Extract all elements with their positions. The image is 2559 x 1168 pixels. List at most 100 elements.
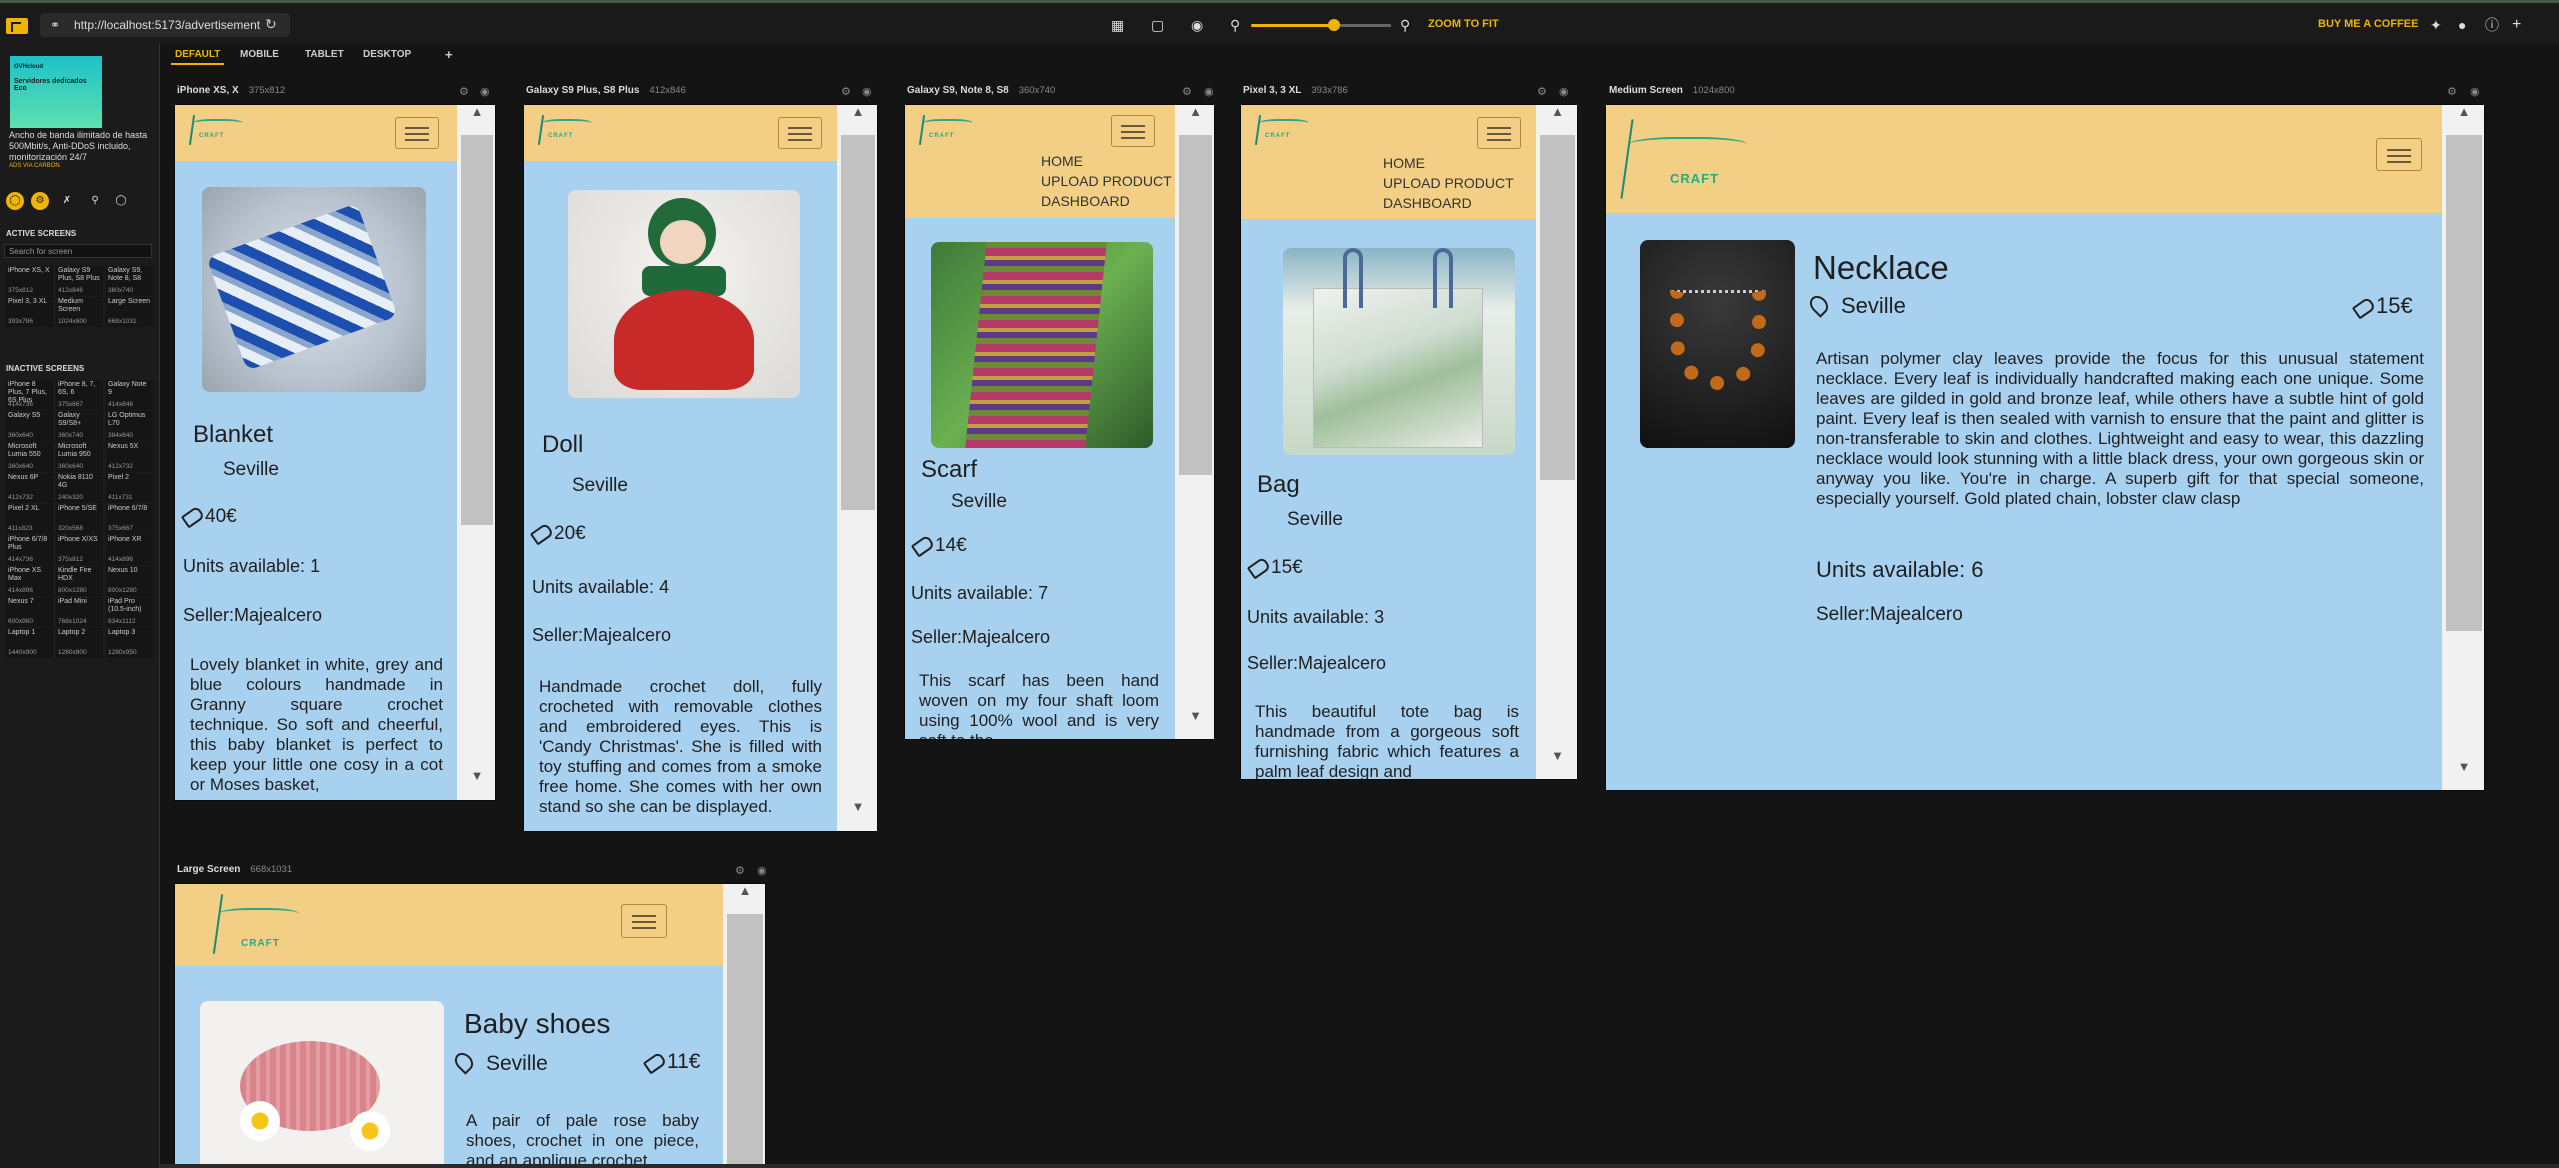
- hamburger-menu-button[interactable]: [1477, 117, 1521, 149]
- nav-dashboard-link[interactable]: DASHBOARD: [1041, 191, 1172, 211]
- screen-search-input[interactable]: Search for screen: [4, 244, 152, 258]
- zoom-out-icon[interactable]: ⚲: [1230, 17, 1240, 33]
- tab-tablet[interactable]: TABLET: [305, 49, 344, 60]
- screen-item[interactable]: Laptop 1 1440x900: [6, 628, 53, 658]
- screen-item[interactable]: Microsoft Lumia 550 360x640: [6, 442, 53, 472]
- nav-upload-product-link[interactable]: UPLOAD PRODUCT: [1383, 173, 1514, 193]
- screen-item[interactable]: Laptop 2 1280x800: [56, 628, 103, 658]
- craft-logo[interactable]: CRAFT: [915, 115, 973, 145]
- device-settings-icon[interactable]: ⚙: [1182, 85, 1192, 98]
- url-bar[interactable]: ⚭ http://localhost:5173/advertisement ↻: [40, 13, 290, 37]
- nav-dashboard-link[interactable]: DASHBOARD: [1383, 193, 1514, 213]
- device-settings-icon[interactable]: ⚙: [735, 864, 745, 877]
- buy-coffee-link[interactable]: BUY ME A COFFEE: [2318, 18, 2418, 30]
- zoom-in-icon[interactable]: ⚲: [1400, 17, 1410, 33]
- screen-item[interactable]: Pixel 2 411x731: [106, 473, 153, 503]
- device-frame[interactable]: CRAFT Necklace Seville 15€ Artisan polym…: [1605, 104, 2485, 791]
- screen-item[interactable]: Pixel 3, 3 XL 393x786: [6, 297, 53, 327]
- screen-item[interactable]: iPhone XS Max 414x896: [6, 566, 53, 596]
- ad-image[interactable]: OVHcloud Servidores dedicados Eco: [10, 56, 102, 128]
- craft-logo[interactable]: CRAFT: [185, 115, 243, 145]
- twitter-icon[interactable]: ✦: [2430, 17, 2442, 33]
- tab-mobile[interactable]: MOBILE: [240, 49, 279, 60]
- screen-item[interactable]: iPhone 6/7/8 375x667: [106, 504, 153, 534]
- zoom-slider-knob[interactable]: [1328, 19, 1340, 31]
- device-screenshot-icon[interactable]: ◉: [1559, 85, 1569, 98]
- screen-item[interactable]: LG Optimus L70 384x640: [106, 411, 153, 441]
- device-settings-icon[interactable]: ⚙: [2447, 85, 2457, 98]
- device-screenshot-icon[interactable]: ◉: [757, 864, 767, 877]
- screen-item[interactable]: Galaxy Note 9 414x846: [106, 380, 153, 410]
- screen-item[interactable]: iPhone 5/SE 320x568: [56, 504, 103, 534]
- device-frame[interactable]: CRAFT HOME UPLOAD PRODUCT DASHBOARD Scar…: [904, 104, 1215, 740]
- layout-icon[interactable]: ▦: [1111, 17, 1124, 33]
- scrollbar[interactable]: ▲ ▼: [837, 105, 877, 831]
- screen-item[interactable]: Nexus 10 800x1280: [106, 566, 153, 596]
- tools-icon[interactable]: ✗: [58, 192, 76, 210]
- screen-item[interactable]: Nokia 8110 4G 240x320: [56, 473, 103, 503]
- hamburger-menu-button[interactable]: [1111, 115, 1155, 147]
- camera-icon[interactable]: ◉: [1191, 17, 1203, 33]
- screen-icon[interactable]: ▢: [1151, 17, 1164, 33]
- screen-item[interactable]: iPhone XS, X 375x812: [6, 266, 53, 296]
- screen-item[interactable]: Pixel 2 XL 411x823: [6, 504, 53, 534]
- ad-carbon-link[interactable]: ADS VIA CARBON: [9, 163, 60, 169]
- screen-item[interactable]: Laptop 3 1280x950: [106, 628, 153, 658]
- reload-icon[interactable]: ↻: [265, 16, 277, 33]
- screen-item[interactable]: Nexus 6P 412x732: [6, 473, 53, 503]
- hamburger-menu-button[interactable]: [395, 117, 439, 149]
- screen-item[interactable]: iPhone X/XS 375x812: [56, 535, 103, 565]
- device-frame[interactable]: CRAFT HOME UPLOAD PRODUCT DASHBOARD Bag …: [1240, 104, 1578, 780]
- hamburger-menu-button[interactable]: [621, 904, 667, 938]
- github-icon[interactable]: ●: [2458, 17, 2466, 33]
- screen-item[interactable]: iPhone 6/7/8 Plus 414x736: [6, 535, 53, 565]
- screen-item[interactable]: Medium Screen 1024x800: [56, 297, 103, 327]
- device-frame[interactable]: CRAFT Blanket Seville 40€ Units availabl…: [174, 104, 496, 801]
- screen-item[interactable]: iPad Pro (10.5-inch) 834x1112: [106, 597, 153, 627]
- device-settings-icon[interactable]: ⚙: [841, 85, 851, 98]
- craft-logo[interactable]: CRAFT: [1620, 119, 1750, 199]
- help-icon[interactable]: ⓘ: [2485, 17, 2499, 33]
- scrollbar[interactable]: ▲ ▼: [457, 105, 495, 800]
- devices-icon[interactable]: ◯: [6, 192, 24, 210]
- device-settings-icon[interactable]: ⚙: [1537, 85, 1547, 98]
- screen-item[interactable]: iPhone 8 Plus, 7 Plus, 6S Plus 414x736: [6, 380, 53, 410]
- device-frame[interactable]: CRAFT Baby shoes Seville 11€ A pair of p…: [174, 883, 766, 1168]
- scrollbar[interactable]: ▲ ▼: [1175, 105, 1214, 739]
- screen-item[interactable]: iPhone 8, 7, 6S, 6 375x667: [56, 380, 103, 410]
- screen-item[interactable]: Large Screen 668x1031: [106, 297, 153, 327]
- url-text[interactable]: http://localhost:5173/advertisement: [74, 18, 260, 32]
- craft-logo[interactable]: CRAFT: [534, 115, 592, 145]
- add-tab-icon[interactable]: +: [445, 47, 453, 62]
- bookmark-icon[interactable]: ◯: [112, 192, 130, 210]
- screen-item[interactable]: iPad Mini 768x1024: [56, 597, 103, 627]
- device-screenshot-icon[interactable]: ◉: [480, 85, 490, 98]
- screen-item[interactable]: Kindle Fire HDX 800x1280: [56, 566, 103, 596]
- ad-text[interactable]: Ancho de banda ilimitado de hasta 500Mbi…: [9, 130, 154, 163]
- tab-default[interactable]: DEFAULT: [170, 49, 225, 65]
- nav-home-link[interactable]: HOME: [1041, 151, 1172, 171]
- screen-item[interactable]: Galaxy S9, Note 8, S8 360x740: [106, 266, 153, 296]
- screen-item[interactable]: iPhone XR 414x896: [106, 535, 153, 565]
- craft-logo[interactable]: CRAFT: [1251, 115, 1309, 145]
- screen-item[interactable]: Galaxy S5 360x640: [6, 411, 53, 441]
- screen-item[interactable]: Nexus 5X 412x732: [106, 442, 153, 472]
- search-icon[interactable]: ⚲: [86, 192, 104, 210]
- hamburger-menu-button[interactable]: [778, 117, 822, 149]
- device-frame[interactable]: CRAFT Doll Seville 20€ Units available: …: [523, 104, 878, 832]
- screen-item[interactable]: Nexus 7 600x960: [6, 597, 53, 627]
- tab-desktop[interactable]: DESKTOP: [363, 49, 411, 60]
- zoom-to-fit-button[interactable]: ZOOM TO FIT: [1428, 18, 1499, 30]
- screen-item[interactable]: Galaxy S9 Plus, S8 Plus 412x846: [56, 266, 103, 296]
- hamburger-menu-button[interactable]: [2376, 138, 2422, 171]
- nav-upload-product-link[interactable]: UPLOAD PRODUCT: [1041, 171, 1172, 191]
- nav-home-link[interactable]: HOME: [1383, 153, 1514, 173]
- device-screenshot-icon[interactable]: ◉: [2470, 85, 2480, 98]
- scrollbar[interactable]: ▲ ▼: [2442, 105, 2484, 790]
- screen-item[interactable]: Galaxy S9/S8+ 360x740: [56, 411, 103, 441]
- scrollbar[interactable]: ▲ ▼: [1536, 105, 1577, 779]
- scrollbar[interactable]: ▲: [723, 884, 765, 1167]
- settings-icon[interactable]: ⚙: [31, 192, 49, 210]
- device-screenshot-icon[interactable]: ◉: [862, 85, 872, 98]
- screen-item[interactable]: Microsoft Lumia 950 360x640: [56, 442, 103, 472]
